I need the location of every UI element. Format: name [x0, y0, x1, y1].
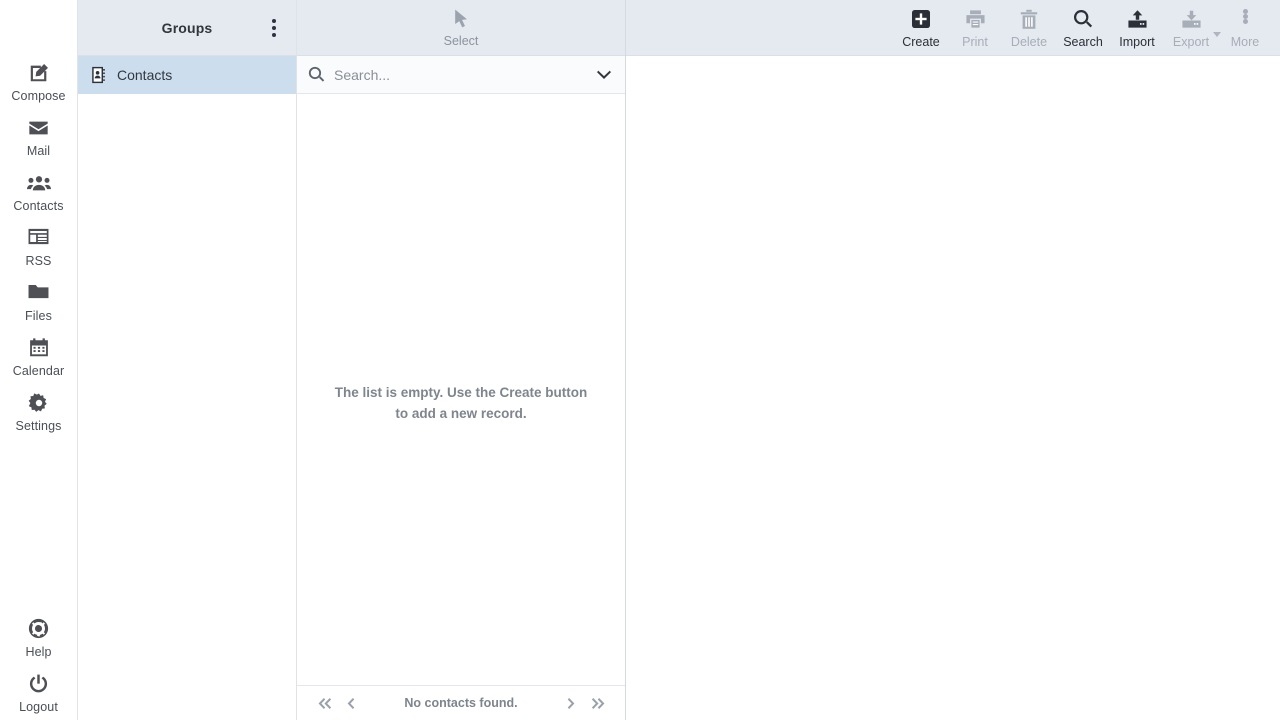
search-button[interactable]: Search: [1056, 6, 1110, 49]
more-button-label: More: [1230, 35, 1260, 49]
taskbar-item-calendar[interactable]: Calendar: [0, 331, 77, 386]
plus-box-icon: [911, 9, 931, 31]
export-button-label: Export: [1172, 35, 1210, 49]
taskbar-label-contacts: Contacts: [13, 199, 64, 213]
ellipsis-dot: [1242, 19, 1248, 24]
taskbar-item-logout[interactable]: Logout: [0, 667, 77, 720]
delete-button[interactable]: Delete: [1002, 6, 1056, 49]
first-page-button[interactable]: [311, 690, 337, 716]
contacts-list-panel: Select The list is empty. Use the Create…: [297, 0, 626, 720]
import-button-label: Import: [1119, 35, 1155, 49]
select-button[interactable]: Select: [430, 7, 493, 48]
gear-icon: [28, 392, 50, 414]
export-button[interactable]: Export: [1164, 6, 1221, 49]
search-icon: [308, 66, 325, 83]
groups-title: Groups: [161, 19, 213, 36]
ellipsis-icon: [1242, 9, 1248, 31]
empty-list-message-line2: to add a new record.: [395, 406, 527, 421]
last-page-button[interactable]: [585, 690, 611, 716]
contacts-list-body: The list is empty. Use the Create button…: [297, 94, 625, 685]
chevron-down-icon[interactable]: [593, 64, 615, 86]
create-button[interactable]: Create: [894, 6, 948, 49]
kebab-menu-icon[interactable]: [260, 14, 288, 42]
taskbar-label-mail: Mail: [26, 144, 51, 158]
taskbar-label-rss: RSS: [25, 254, 52, 268]
select-button-label: Select: [443, 34, 479, 48]
empty-list-message-line1: The list is empty. Use the Create button: [334, 385, 588, 400]
print-button[interactable]: Print: [948, 6, 1002, 49]
group-list-item-contacts[interactable]: Contacts: [78, 56, 296, 94]
taskbar-label-help: Help: [25, 645, 52, 659]
more-button[interactable]: More: [1218, 6, 1272, 49]
compose-icon: [28, 62, 50, 84]
pagination-status: No contacts found.: [404, 696, 518, 710]
envelope-icon: [27, 117, 50, 139]
taskbar-label-logout: Logout: [19, 700, 58, 714]
addressbook-icon: [90, 66, 107, 84]
groups-header: Groups: [78, 0, 296, 56]
import-button[interactable]: Import: [1110, 6, 1164, 49]
next-page-button[interactable]: [559, 690, 585, 716]
download-icon: [1181, 9, 1202, 31]
app-taskbar: Compose Mail Contacts RSS Files Calendar…: [0, 0, 78, 720]
prev-page-button[interactable]: [337, 690, 363, 716]
taskbar-item-rss[interactable]: RSS: [0, 221, 77, 276]
taskbar-item-mail[interactable]: Mail: [0, 111, 77, 166]
action-toolbar: Create Print Delete Search Import Export…: [626, 0, 1280, 56]
rss-list-icon: [27, 227, 50, 249]
delete-button-label: Delete: [1010, 35, 1048, 49]
taskbar-item-help[interactable]: Help: [0, 612, 77, 667]
contact-detail-body: [626, 56, 1280, 720]
taskbar-item-files[interactable]: Files: [0, 276, 77, 331]
print-button-label: Print: [962, 35, 988, 49]
taskbar-item-settings[interactable]: Settings: [0, 386, 77, 441]
create-button-label: Create: [902, 35, 940, 49]
calendar-icon: [28, 337, 50, 359]
empty-list-message: The list is empty. Use the Create button…: [297, 382, 625, 424]
cursor-arrow-icon: [454, 9, 469, 31]
printer-icon: [965, 9, 986, 31]
contacts-list-header: Select: [297, 0, 625, 56]
search-icon: [1073, 9, 1093, 31]
taskbar-label-settings: Settings: [15, 419, 62, 433]
kebab-dot: [272, 18, 276, 23]
contact-detail-panel: Create Print Delete Search Import Export…: [626, 0, 1280, 720]
search-bar[interactable]: [297, 56, 625, 94]
roundcube-app: Compose Mail Contacts RSS Files Calendar…: [0, 0, 1280, 720]
groups-list: Contacts: [78, 56, 296, 720]
taskbar-item-compose[interactable]: Compose: [0, 56, 77, 111]
group-list-item-label: Contacts: [117, 67, 173, 83]
people-icon: [26, 172, 51, 194]
taskbar-label-calendar: Calendar: [12, 364, 65, 378]
groups-panel: Groups Contacts: [78, 0, 297, 720]
upload-icon: [1127, 9, 1148, 31]
taskbar-label-compose: Compose: [11, 89, 66, 103]
search-button-label: Search: [1063, 35, 1103, 49]
taskbar-label-files: Files: [25, 309, 52, 323]
search-input[interactable]: [334, 66, 584, 83]
trash-icon: [1020, 9, 1038, 31]
lifebuoy-icon: [28, 618, 49, 640]
power-icon: [28, 673, 49, 695]
taskbar-spacer: [0, 441, 77, 612]
kebab-dot: [272, 32, 276, 37]
folder-icon: [27, 282, 50, 304]
taskbar-item-contacts[interactable]: Contacts: [0, 166, 77, 221]
contacts-list-footer: No contacts found.: [297, 685, 625, 720]
kebab-dot: [272, 25, 276, 30]
